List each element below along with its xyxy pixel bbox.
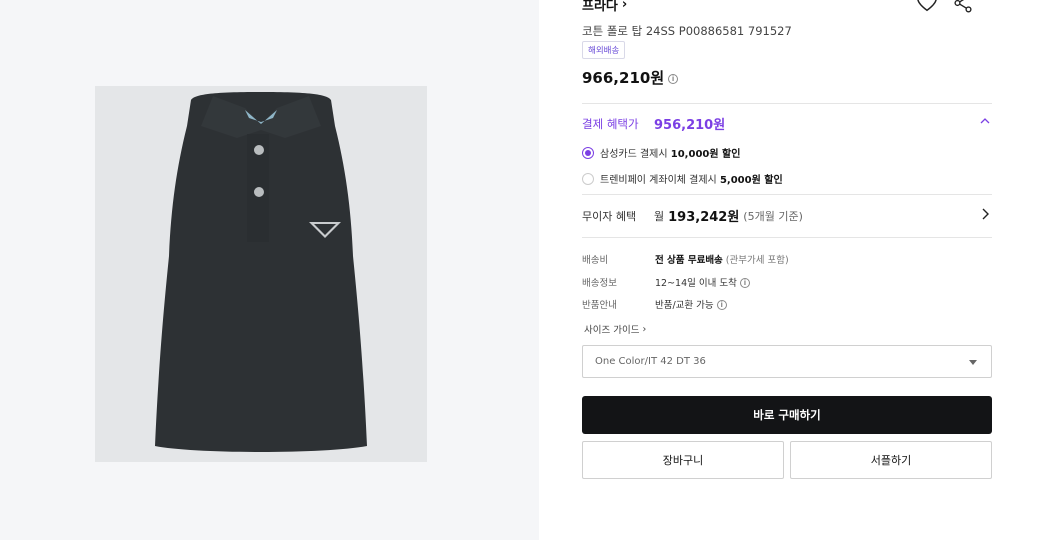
info-icon[interactable]: i — [668, 73, 679, 84]
shipping-fee-value: 전 상품 무료배송 — [655, 255, 723, 266]
brand-link[interactable]: 프라다 › — [582, 0, 627, 14]
return-value: 반품/교환 가능 — [655, 300, 714, 311]
radio-unselected[interactable] — [582, 172, 594, 185]
shipping-fee-row: 배송비 전 상품 무료배송 (관부가세 포함) — [582, 252, 789, 266]
return-label: 반품안내 — [582, 300, 617, 311]
option-text: 삼성카드 결제시 10,000원 할인 — [600, 149, 741, 160]
radio-selected[interactable] — [582, 146, 594, 159]
shipping-info-value: 12~14일 이내 도착 — [655, 278, 737, 289]
gift-button[interactable]: 서플하기 — [790, 441, 992, 479]
divider — [582, 194, 992, 195]
caret-down-icon — [969, 360, 977, 365]
brand-row: 프라다 › — [582, 0, 992, 17]
share-icon[interactable] — [952, 0, 974, 14]
chevron-right-icon: › — [642, 323, 647, 335]
brand-name: 프라다 — [582, 0, 618, 14]
shipping-fee-label: 배송비 — [582, 255, 609, 266]
top-actions — [916, 0, 974, 14]
installment-prefix: 월 — [654, 209, 665, 223]
option-select[interactable]: One Color/IT 42 DT 36 — [582, 345, 992, 378]
chevron-up-icon[interactable] — [980, 116, 990, 126]
option-text: 트렌비페이 계좌이체 결제시 5,000원 할인 — [600, 175, 783, 186]
benefit-label: 결제 혜택가 — [582, 116, 639, 131]
installment-label: 무이자 혜택 — [582, 209, 637, 223]
installment-amount: 193,242원 — [668, 210, 740, 225]
installment-note: (5개월 기준) — [743, 209, 803, 223]
shipping-info-label: 배송정보 — [582, 278, 617, 289]
installment-row[interactable]: 무이자 혜택 월 193,242원 (5개월 기준) — [582, 206, 992, 225]
info-icon[interactable]: i — [739, 278, 750, 288]
return-info-row: 반품안내 반품/교환 가능 i — [582, 297, 727, 311]
divider — [582, 237, 992, 238]
shipping-info-row: 배송정보 12~14일 이내 도착 i — [582, 275, 750, 289]
chevron-right-icon: › — [621, 0, 628, 12]
product-image[interactable] — [95, 86, 427, 462]
info-icon[interactable]: i — [716, 300, 727, 310]
benefit-price: 956,210원 — [654, 118, 726, 133]
chevron-right-icon[interactable] — [980, 208, 990, 220]
shipping-fee-note: (관부가세 포함) — [725, 255, 789, 266]
overseas-shipping-badge: 해외배송 — [582, 41, 626, 59]
size-guide-link[interactable]: 사이즈 가이드 › — [584, 322, 647, 337]
payment-benefit-row[interactable]: 결제 혜택가 956,210원 — [582, 114, 992, 133]
product-info-panel: 프라다 › 코튼 폴로 탑 24SS P00886581 791527 해외배송… — [582, 0, 992, 540]
product-price: 966,210원 — [582, 69, 665, 87]
product-name: 코튼 폴로 탑 24SS P00886581 791527 — [582, 24, 792, 38]
benefit-option-trenbipay[interactable]: 트렌비페이 계좌이체 결제시 5,000원 할인 — [582, 171, 783, 186]
price-row: 966,210원 i — [582, 67, 679, 88]
divider — [582, 103, 992, 104]
benefit-option-samsung[interactable]: 삼성카드 결제시 10,000원 할인 — [582, 145, 740, 160]
size-guide-label: 사이즈 가이드 — [584, 325, 640, 336]
product-gallery — [0, 0, 539, 540]
buy-now-button[interactable]: 바로 구매하기 — [582, 396, 992, 434]
heart-icon[interactable] — [916, 0, 938, 14]
product-page: 프라다 › 코튼 폴로 탑 24SS P00886581 791527 해외배송… — [0, 0, 1040, 540]
option-select-value: One Color/IT 42 DT 36 — [595, 356, 706, 367]
cart-button[interactable]: 장바구니 — [582, 441, 784, 479]
